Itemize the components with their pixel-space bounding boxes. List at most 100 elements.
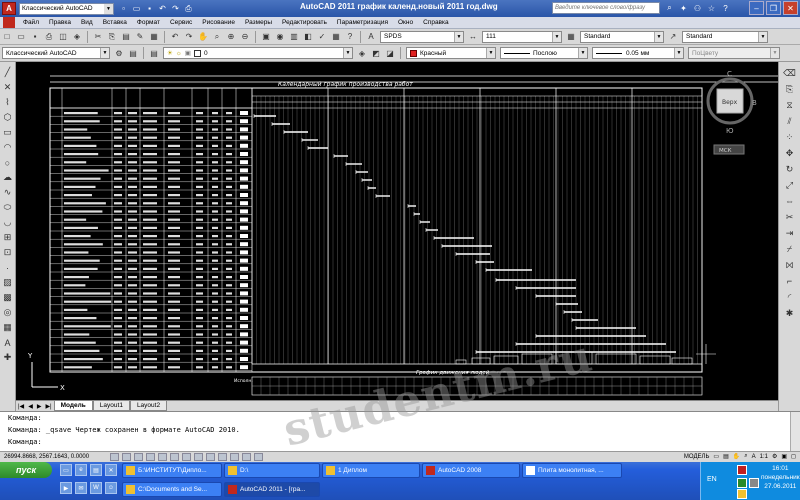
- publish-icon[interactable]: ◈: [71, 31, 83, 43]
- minimize-button[interactable]: –: [749, 1, 764, 15]
- chamfer-icon[interactable]: ⌐: [784, 275, 796, 287]
- polar-toggle[interactable]: [146, 453, 155, 461]
- menu-parametric[interactable]: Параметризация: [332, 19, 393, 26]
- menu-help[interactable]: Справка: [418, 19, 454, 26]
- help-icon[interactable]: ?: [344, 31, 356, 43]
- tab-layout1[interactable]: Layout1: [92, 401, 130, 411]
- drawing-canvas[interactable]: Календарный график производства работ Гр…: [16, 62, 778, 400]
- chevron-down-icon[interactable]: ▼: [100, 48, 109, 58]
- polyline-icon[interactable]: ⌇: [2, 97, 14, 109]
- workspace-combo[interactable]: Классический AutoCAD ▼: [19, 2, 114, 15]
- insert-block-icon[interactable]: ⊞: [2, 232, 14, 244]
- revision-cloud-icon[interactable]: ☁: [2, 172, 14, 184]
- task-button-autocad-2011[interactable]: AutoCAD 2011 - [гра...: [224, 482, 320, 497]
- task-button-autocad-2008[interactable]: AutoCAD 2008: [422, 463, 520, 478]
- make-current-icon[interactable]: ◈: [356, 47, 368, 59]
- dim-style-combo[interactable]: Standard ▼: [580, 30, 664, 43]
- lock-icon[interactable]: ▣: [185, 49, 191, 57]
- new-icon[interactable]: ▫: [118, 3, 129, 14]
- search-icon[interactable]: ⌕: [664, 2, 675, 14]
- layer-previous-icon[interactable]: ◩: [370, 47, 382, 59]
- fillet-icon[interactable]: ◜: [784, 291, 796, 303]
- spline-icon[interactable]: ∿: [2, 187, 14, 199]
- preview-icon[interactable]: ◫: [57, 31, 69, 43]
- start-button[interactable]: пуск: [0, 462, 52, 478]
- clock[interactable]: 16:01 понедельник 27.06.2011: [761, 464, 800, 491]
- workspace-icon[interactable]: ▤: [127, 47, 139, 59]
- block-editor-icon[interactable]: ▦: [148, 31, 160, 43]
- workspace-combo-2[interactable]: Классический AutoCAD ▼: [2, 47, 110, 59]
- task-button-folder[interactable]: Б:\ИНСТИТУТ\Дипло...: [122, 463, 222, 478]
- menu-modify[interactable]: Редактировать: [277, 19, 332, 26]
- pan-status-icon[interactable]: ✋: [733, 453, 740, 460]
- ql-media-icon[interactable]: ▶: [60, 482, 72, 494]
- menu-format[interactable]: Формат: [132, 19, 165, 26]
- chevron-down-icon[interactable]: ▼: [552, 31, 561, 42]
- chevron-down-icon[interactable]: ▼: [343, 48, 352, 58]
- markup-icon[interactable]: ✓: [316, 31, 328, 43]
- plot-icon[interactable]: ⎙: [183, 3, 194, 14]
- prev-tab-icon[interactable]: ◀: [26, 403, 35, 410]
- drawing-area[interactable]: Календарный график производства работ Гр…: [16, 62, 778, 400]
- table-style-icon[interactable]: ▦: [565, 31, 577, 43]
- properties-icon[interactable]: ▣: [260, 31, 272, 43]
- undo-icon[interactable]: ↶: [169, 31, 181, 43]
- command-window[interactable]: Команда: Команда: _qsave Чертеж сохранен…: [0, 411, 800, 452]
- snap-toggle[interactable]: [110, 453, 119, 461]
- paste-icon[interactable]: ▤: [120, 31, 132, 43]
- rectangle-icon[interactable]: ▭: [2, 127, 14, 139]
- point-icon[interactable]: ·: [2, 262, 14, 274]
- cut-icon[interactable]: ✂: [92, 31, 104, 43]
- sun-icon[interactable]: ☼: [176, 50, 182, 57]
- gradient-icon[interactable]: ▩: [2, 292, 14, 304]
- table-style-combo[interactable]: Standard ▼: [682, 30, 768, 43]
- osnap-toggle[interactable]: [158, 453, 167, 461]
- model-space-button[interactable]: МОДЕЛЬ: [684, 454, 709, 460]
- annotation-scale[interactable]: 1:1: [760, 454, 768, 460]
- layer-combo[interactable]: ☀ ☼ ▣ 0 ▼: [163, 47, 353, 59]
- tab-layout2[interactable]: Layout2: [129, 401, 168, 411]
- linetype-combo[interactable]: Послою ▼: [500, 47, 588, 59]
- arc-icon[interactable]: ◠: [2, 142, 14, 154]
- ellipse-arc-icon[interactable]: ◡: [2, 217, 14, 229]
- ql-desktop-icon[interactable]: ▭: [60, 464, 72, 476]
- tray-network-icon[interactable]: [749, 478, 759, 488]
- tray-antivirus-icon[interactable]: [737, 478, 747, 488]
- ql-browser-icon[interactable]: e: [75, 464, 87, 476]
- undo-icon[interactable]: ↶: [157, 3, 168, 14]
- zoom-window-icon[interactable]: ⊕: [225, 31, 237, 43]
- menu-window[interactable]: Окно: [393, 19, 418, 26]
- region-icon[interactable]: ◎: [2, 307, 14, 319]
- grid-toggle[interactable]: [122, 453, 131, 461]
- last-tab-icon[interactable]: ▶|: [43, 403, 53, 410]
- lock-ui-icon[interactable]: ▣: [781, 453, 787, 460]
- tool-palettes-icon[interactable]: ▥: [288, 31, 300, 43]
- viewcube-south[interactable]: Ю: [726, 127, 734, 135]
- scale-icon[interactable]: ⤢: [784, 179, 796, 191]
- zoom-realtime-icon[interactable]: ⌕: [211, 31, 223, 43]
- circle-icon[interactable]: ○: [2, 157, 14, 169]
- annotation-scale-icon[interactable]: A: [752, 454, 756, 460]
- ducs-toggle[interactable]: [194, 453, 203, 461]
- coordinates-readout[interactable]: 26994.8668, 2567.1643, 0.0000: [0, 454, 110, 460]
- plotstyle-combo[interactable]: ПоЦвету ▼: [688, 47, 780, 59]
- erase-icon[interactable]: ⌫: [783, 67, 796, 79]
- lwt-toggle[interactable]: [218, 453, 227, 461]
- dyn-toggle[interactable]: [206, 453, 215, 461]
- save-icon[interactable]: ▪: [29, 31, 41, 43]
- copy-icon[interactable]: ⎘: [106, 31, 118, 43]
- task-button-slab[interactable]: Плита монолитная, ...: [522, 463, 622, 478]
- tab-model[interactable]: Модель: [53, 401, 93, 411]
- layer-state-icon[interactable]: ◪: [384, 47, 396, 59]
- extend-icon[interactable]: ⇥: [784, 227, 796, 239]
- layer-properties-icon[interactable]: ▤: [148, 47, 160, 59]
- search-input[interactable]: Введите ключевое слово/фразу: [552, 2, 660, 14]
- chevron-down-icon[interactable]: ▼: [454, 31, 463, 42]
- ortho-toggle[interactable]: [134, 453, 143, 461]
- chevron-down-icon[interactable]: ▼: [104, 3, 113, 14]
- otrack-toggle[interactable]: [182, 453, 191, 461]
- language-indicator[interactable]: EN: [707, 476, 717, 483]
- open-icon[interactable]: ▭: [131, 3, 142, 14]
- rotate-icon[interactable]: ↻: [784, 163, 796, 175]
- redo-icon[interactable]: ↷: [183, 31, 195, 43]
